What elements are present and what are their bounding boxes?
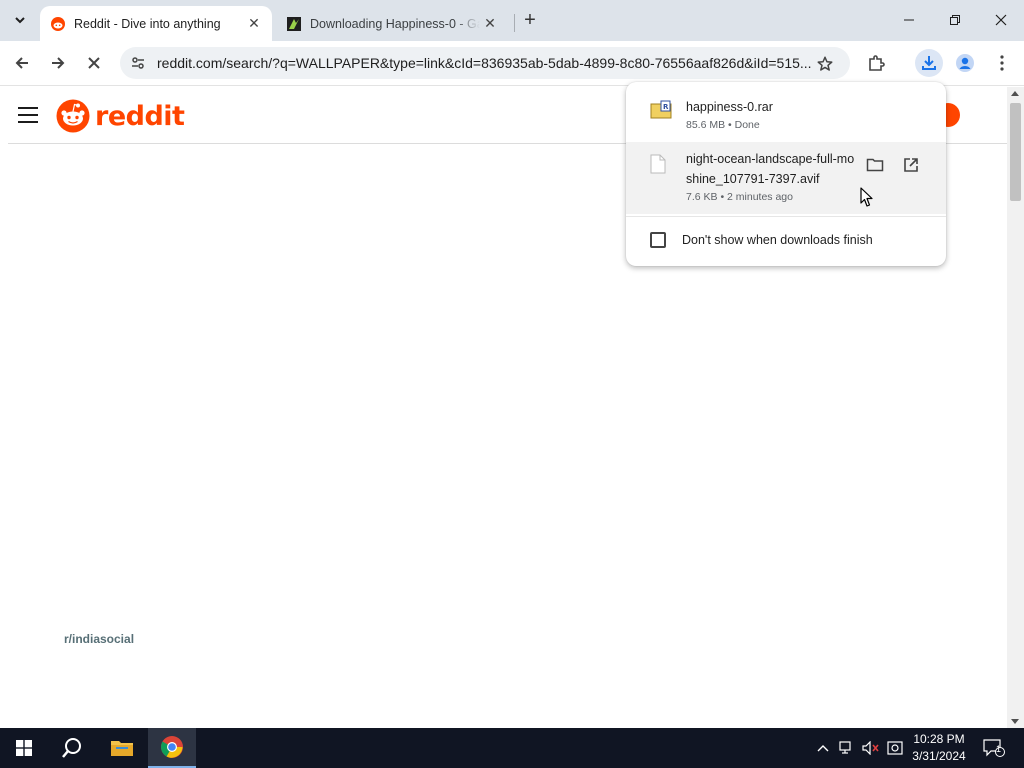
address-bar[interactable]: reddit.com/search/?q=WALLPAPER&type=link… xyxy=(120,47,850,79)
arrow-right-icon xyxy=(52,57,65,69)
reddit-snoo-icon xyxy=(56,99,90,133)
browser-toolbar: reddit.com/search/?q=WALLPAPER&type=link… xyxy=(0,41,1024,86)
scroll-down-arrow-icon[interactable] xyxy=(1011,719,1019,724)
page-scrollbar[interactable] xyxy=(1007,87,1024,728)
download-filename: happiness-0.rar xyxy=(686,100,773,114)
folder-icon xyxy=(111,741,133,756)
download-filename: night-ocean-landscape-full-moon- shine_1… xyxy=(686,149,854,189)
download-filename-line1: night-ocean-landscape-full-moon- xyxy=(686,152,854,166)
tab-search-button[interactable] xyxy=(6,7,34,33)
dont-show-checkbox[interactable] xyxy=(650,232,666,248)
game-favicon-icon xyxy=(286,16,302,32)
download-status: 7.6 KB • 2 minutes ago xyxy=(686,191,793,203)
arrow-left-icon xyxy=(15,57,28,69)
restore-button[interactable] xyxy=(932,0,978,40)
reddit-logo[interactable]: reddit xyxy=(56,99,185,133)
network-icon[interactable] xyxy=(838,740,856,756)
download-item[interactable]: R happiness-0.rar 85.6 MB • Done xyxy=(626,88,946,140)
minimize-icon xyxy=(904,19,914,21)
download-status: 85.6 MB • Done xyxy=(686,119,760,131)
reddit-favicon-icon xyxy=(50,16,66,32)
downloads-bubble: R happiness-0.rar 85.6 MB • Done night-o… xyxy=(626,82,946,266)
tab-title: Downloading Happiness-0 - Games xyxy=(310,16,480,31)
restore-icon xyxy=(950,15,960,25)
close-window-button[interactable] xyxy=(978,0,1024,40)
extensions-button[interactable] xyxy=(862,49,890,77)
tab-title: Reddit - Dive into anything xyxy=(74,16,221,31)
forward-button[interactable] xyxy=(44,49,72,77)
chevron-down-icon xyxy=(15,17,25,24)
clock-time: 10:28 PM xyxy=(913,732,965,746)
tab-strip: Reddit - Dive into anything ✕ Downloadin… xyxy=(0,0,1024,41)
stop-loading-button[interactable] xyxy=(80,49,108,77)
chrome-icon xyxy=(161,736,183,758)
chevron-up-icon xyxy=(817,745,829,752)
subreddit-link[interactable]: r/indiasocial xyxy=(64,632,134,646)
dont-show-label: Don't show when downloads finish xyxy=(682,233,873,247)
download-icon xyxy=(922,56,936,70)
close-icon xyxy=(88,57,100,69)
generic-file-icon xyxy=(650,154,670,174)
tab-close-icon[interactable]: ✕ xyxy=(244,14,264,34)
windows-taskbar: 10:28 PM 3/31/2024 1 xyxy=(0,728,1024,768)
volume-muted-icon[interactable] xyxy=(862,740,880,756)
site-info-icon[interactable] xyxy=(128,53,148,73)
scroll-thumb[interactable] xyxy=(1010,103,1021,201)
divider xyxy=(626,216,946,217)
windows-logo-icon xyxy=(16,740,32,756)
url-text: reddit.com/search/?q=WALLPAPER&type=link… xyxy=(157,55,812,71)
rar-archive-icon: R xyxy=(650,100,672,120)
start-button[interactable] xyxy=(0,728,48,768)
bookmark-star-icon[interactable] xyxy=(814,53,836,75)
downloads-button[interactable] xyxy=(915,49,943,77)
search-button[interactable] xyxy=(48,728,96,768)
show-hidden-icons-button[interactable] xyxy=(815,740,831,756)
open-external-icon xyxy=(904,158,918,172)
chrome-taskbar-button[interactable] xyxy=(148,728,196,768)
logo-text: reddit xyxy=(95,100,185,132)
show-in-folder-button[interactable] xyxy=(862,152,888,178)
windows-update-icon[interactable] xyxy=(886,740,904,756)
tab-separator xyxy=(514,14,515,32)
download-item[interactable]: night-ocean-landscape-full-moon- shine_1… xyxy=(626,142,946,214)
notification-center-button[interactable]: 1 xyxy=(982,738,1006,758)
system-clock[interactable]: 10:28 PM 3/31/2024 xyxy=(908,731,970,765)
download-filename-line2: shine_107791-7397.avif xyxy=(686,172,820,186)
menu-button[interactable] xyxy=(988,49,1016,77)
close-icon xyxy=(995,14,1007,26)
tab-downloading-happiness[interactable]: Downloading Happiness-0 - Games ✕ xyxy=(276,6,508,41)
hamburger-menu-icon[interactable] xyxy=(18,107,38,123)
puzzle-icon xyxy=(869,55,885,71)
tab-reddit[interactable]: Reddit - Dive into anything ✕ xyxy=(40,6,272,41)
svg-text:R: R xyxy=(663,103,669,111)
open-file-button[interactable] xyxy=(898,152,924,178)
dont-show-option[interactable]: Don't show when downloads finish xyxy=(650,232,873,248)
folder-icon xyxy=(866,158,884,172)
notification-icon xyxy=(983,739,1005,757)
notification-count-badge: 1 xyxy=(996,744,1002,754)
file-explorer-button[interactable] xyxy=(98,728,146,768)
back-button[interactable] xyxy=(8,49,36,77)
search-icon xyxy=(62,738,81,758)
scroll-up-arrow-icon[interactable] xyxy=(1011,91,1019,96)
profile-icon xyxy=(956,54,974,72)
kebab-menu-icon xyxy=(1000,55,1004,71)
tab-close-icon[interactable]: ✕ xyxy=(480,14,500,34)
clock-date: 3/31/2024 xyxy=(912,749,966,763)
minimize-button[interactable] xyxy=(886,0,932,40)
profile-button[interactable] xyxy=(951,49,979,77)
new-tab-button[interactable]: + xyxy=(518,8,542,32)
mouse-cursor-icon xyxy=(860,187,873,207)
